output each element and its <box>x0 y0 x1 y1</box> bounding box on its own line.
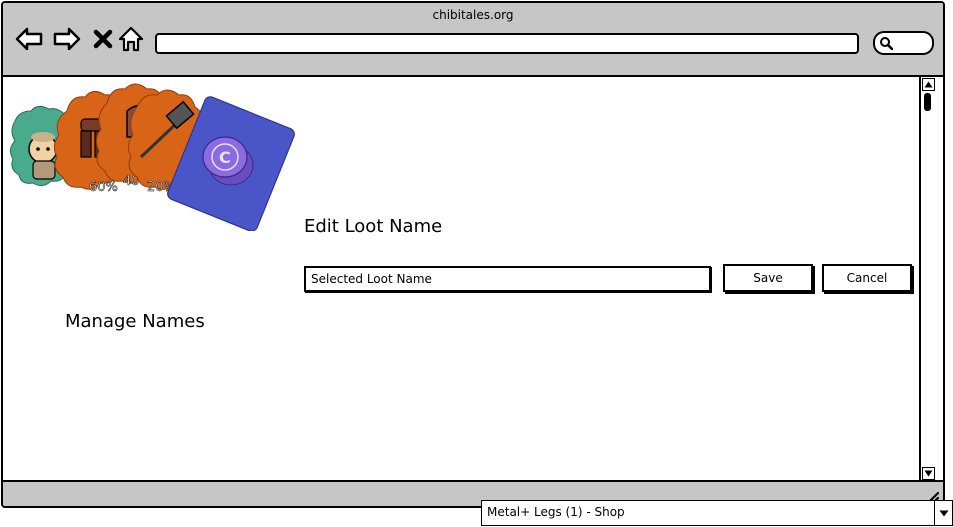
stop-icon[interactable] <box>89 25 117 53</box>
home-icon[interactable] <box>117 25 145 53</box>
vertical-scrollbar[interactable] <box>919 77 936 481</box>
search-field[interactable] <box>873 31 934 55</box>
manage-names-label[interactable]: Manage Names <box>65 311 205 332</box>
site-title: chibitales.org <box>432 8 514 22</box>
loot-select-dropdown[interactable]: Metal+ Legs (1) - Shop <box>481 500 953 526</box>
browser-window: chibitales.org 60% 40% 20% C Manage Name… <box>1 1 945 508</box>
address-bar[interactable] <box>155 33 859 54</box>
scroll-down-icon[interactable] <box>922 467 935 480</box>
forward-icon[interactable] <box>53 25 81 53</box>
svg-text:C: C <box>219 148 231 167</box>
search-icon <box>880 37 893 50</box>
save-button[interactable]: Save <box>723 264 813 292</box>
back-icon[interactable] <box>15 25 43 53</box>
page-content: 60% 40% 20% C Manage Names Edit Loot Nam… <box>3 77 918 479</box>
loot-name-input[interactable]: Selected Loot Name <box>304 266 711 292</box>
scroll-up-icon[interactable] <box>922 78 935 91</box>
chevron-down-icon[interactable] <box>934 501 952 525</box>
scroll-thumb[interactable] <box>924 93 931 111</box>
edit-loot-title: Edit Loot Name <box>304 216 443 237</box>
badge-60: 60% <box>89 180 118 195</box>
browser-titlebar: chibitales.org <box>3 3 943 77</box>
cancel-button[interactable]: Cancel <box>822 264 912 292</box>
loot-logo: 60% 40% 20% C <box>7 81 297 232</box>
loot-select-value: Metal+ Legs (1) - Shop <box>487 505 625 519</box>
